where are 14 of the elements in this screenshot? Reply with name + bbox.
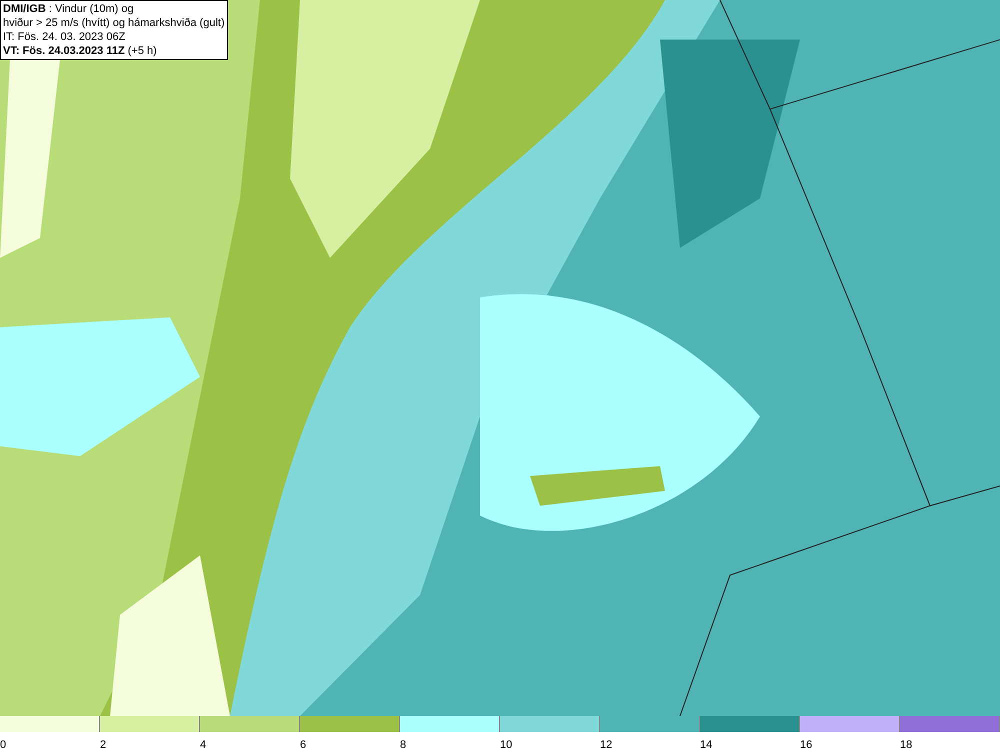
- legend-label: 2: [100, 738, 106, 752]
- legend-label: 8: [400, 738, 406, 752]
- title-line: IT: Fös. 24. 03. 2023 06Z: [3, 30, 126, 44]
- title-line: hviður > 25 m/s (hvítt) og hámarkshviða (gult): [3, 16, 225, 30]
- legend-label: 16: [800, 738, 812, 752]
- legend-label: 4: [200, 738, 206, 752]
- legend-label: 6: [300, 738, 306, 752]
- legend-label: 14: [700, 738, 712, 752]
- legend-label: 18: [900, 738, 912, 752]
- legend-label: 10: [500, 738, 512, 752]
- legend-label: 12: [600, 738, 612, 752]
- title-line: VT: Fös. 24.03.2023 11Z (+5 h): [3, 44, 158, 58]
- title-line: DMI/IGB : Vindur (10m) og: [3, 2, 135, 16]
- legend-label: 0: [0, 738, 6, 752]
